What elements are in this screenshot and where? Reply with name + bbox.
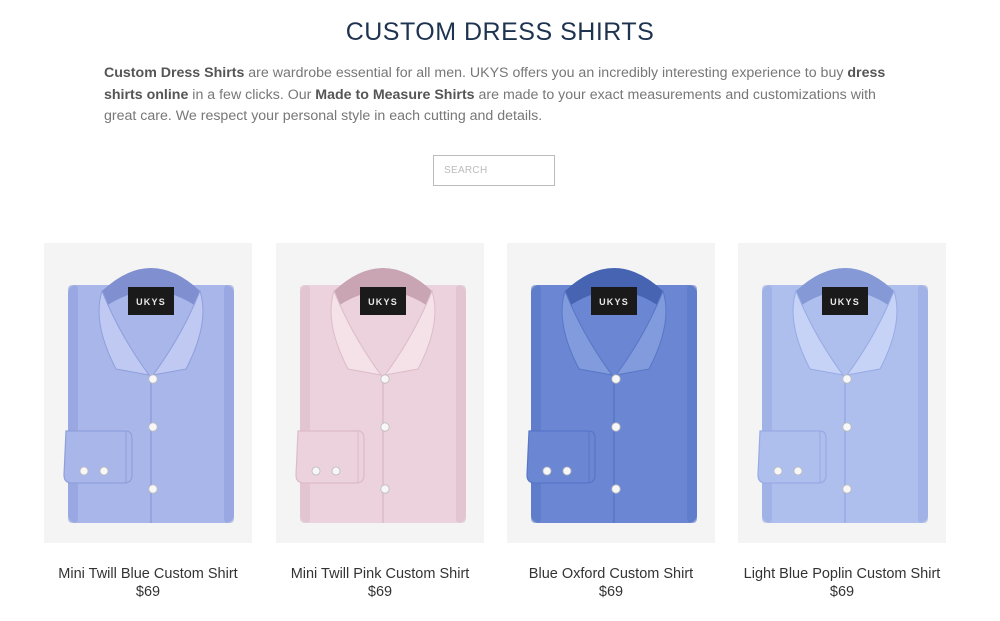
shirt-button (380, 374, 390, 384)
product-name[interactable]: Mini Twill Blue Custom Shirt (24, 566, 272, 582)
sleeve-cuff (757, 430, 827, 484)
sleeve-cuff (63, 430, 133, 484)
cuff-button (79, 466, 89, 476)
cuff-button (331, 466, 341, 476)
page-title: CUSTOM DRESS SHIRTS (345, 18, 655, 46)
cuff-button (793, 466, 803, 476)
shirt-button (842, 374, 852, 384)
shirt-button (842, 422, 852, 432)
product-price: $69 (829, 584, 855, 600)
intro-text: in a few clicks. Our (188, 86, 316, 103)
shirt-button (611, 374, 621, 384)
shirt-illustration: UKYS (757, 268, 928, 523)
search-input[interactable] (433, 155, 555, 186)
product-price: $69 (367, 584, 393, 600)
cuff-button (99, 466, 109, 476)
product-card[interactable]: UKYS Mini Twill Pink Custom Shirt $69 (276, 243, 484, 613)
shirt-side-shade (456, 285, 466, 523)
shirt-side-shade (918, 285, 928, 523)
product-name[interactable]: Mini Twill Pink Custom Shirt (256, 566, 504, 582)
brand-label-text: UKYS (136, 297, 166, 307)
shirt-button (148, 422, 158, 432)
brand-label-text: UKYS (830, 297, 860, 307)
product-price: $69 (598, 584, 624, 600)
product-card[interactable]: UKYS Blue Oxford Custom Shirt $69 (507, 243, 715, 613)
product-card[interactable]: UKYS Mini Twill Blue Custom Shirt $69 (44, 243, 252, 613)
intro-keyword: Made to Measure Shirts (315, 86, 475, 103)
shirt-button (611, 484, 621, 494)
shirt-side-shade (68, 285, 78, 523)
shirt-button (611, 422, 621, 432)
shirt-side-shade (531, 285, 541, 523)
shirt-button (380, 422, 390, 432)
shirt-button (148, 374, 158, 384)
product-image[interactable]: UKYS (507, 243, 715, 543)
shirt-illustration: UKYS (295, 268, 466, 523)
shirt-side-shade (224, 285, 234, 523)
shirt-illustration: UKYS (526, 268, 697, 523)
shirt-button (842, 484, 852, 494)
shirt-button (380, 484, 390, 494)
shirt-side-shade (687, 285, 697, 523)
intro-paragraph: Custom Dress Shirts are wardrobe essenti… (104, 63, 894, 128)
product-name[interactable]: Light Blue Poplin Custom Shirt (718, 566, 966, 582)
product-price: $69 (135, 584, 161, 600)
shirt-side-shade (300, 285, 310, 523)
cuff-button (311, 466, 321, 476)
product-name[interactable]: Blue Oxford Custom Shirt (487, 566, 735, 582)
product-card[interactable]: UKYS Light Blue Poplin Custom Shirt $69 (738, 243, 946, 613)
shirt-side-shade (762, 285, 772, 523)
product-image[interactable]: UKYS (738, 243, 946, 543)
product-grid: UKYS Mini Twill Blue Custom Shirt $69 UK… (44, 243, 956, 613)
shirt-button (148, 484, 158, 494)
product-image[interactable]: UKYS (44, 243, 252, 543)
cuff-button (773, 466, 783, 476)
product-image[interactable]: UKYS (276, 243, 484, 543)
cuff-button (542, 466, 552, 476)
brand-label-text: UKYS (368, 297, 398, 307)
brand-label-text: UKYS (599, 297, 629, 307)
cuff-button (562, 466, 572, 476)
sleeve-cuff (295, 430, 365, 484)
shirt-illustration: UKYS (63, 268, 234, 523)
intro-text: are wardrobe essential for all men. UKYS… (244, 65, 848, 81)
intro-keyword: Custom Dress Shirts (104, 65, 245, 81)
sleeve-cuff (526, 430, 596, 484)
